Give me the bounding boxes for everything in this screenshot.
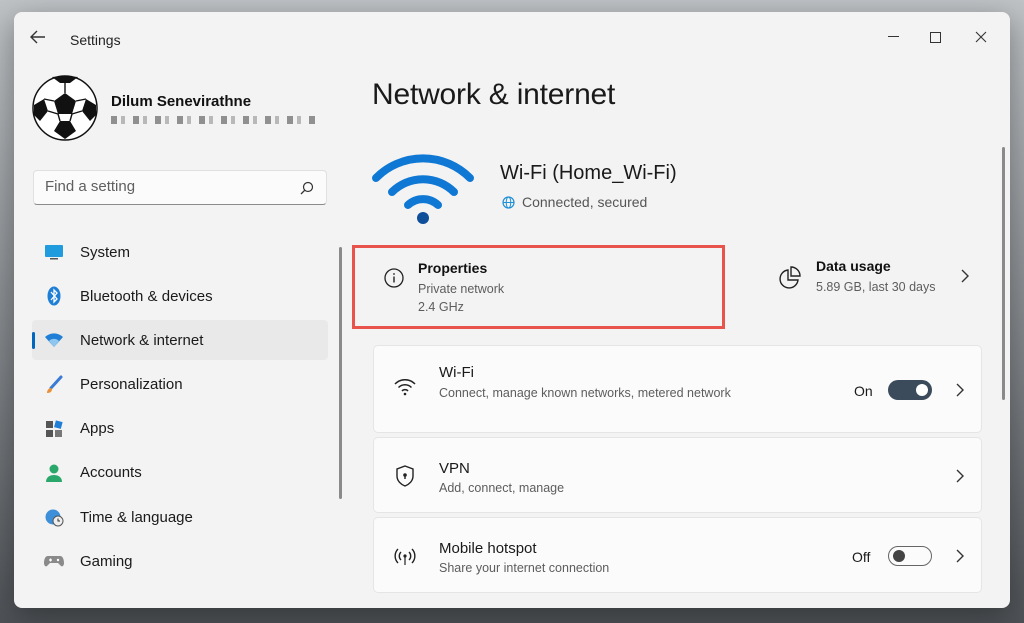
pie-chart-icon — [779, 266, 801, 289]
sidebar-item-label: Gaming — [80, 552, 133, 570]
hotspot-card-title: Mobile hotspot — [439, 540, 537, 557]
page-title: Network & internet — [372, 78, 616, 111]
search-box[interactable] — [33, 170, 327, 205]
sidebar-item-label: Personalization — [80, 376, 183, 394]
network-status: Connected, secured — [502, 194, 647, 210]
vpn-card-title: VPN — [439, 460, 470, 477]
wifi-toggle[interactable] — [888, 380, 932, 400]
vpn-settings-card[interactable]: VPN Add, connect, manage — [373, 437, 982, 513]
mobile-hotspot-card[interactable]: Mobile hotspot Share your internet conne… — [373, 517, 982, 593]
settings-window: Settings Dilum Senevirathne Find a setti… — [14, 12, 1010, 608]
vpn-card-description: Add, connect, manage — [439, 481, 565, 495]
sidebar-item-network[interactable]: Network & internet — [32, 320, 328, 361]
person-icon — [44, 463, 64, 483]
minimize-icon — [887, 36, 899, 37]
chevron-right-icon — [961, 269, 969, 283]
properties-button[interactable]: Properties Private network 2.4 GHz — [352, 245, 725, 329]
apps-icon — [44, 419, 64, 439]
main-scrollbar[interactable] — [1002, 147, 1005, 400]
sidebar-item-label: Bluetooth & devices — [80, 287, 213, 305]
chevron-right-icon — [956, 469, 964, 483]
sidebar-item-label: Apps — [80, 420, 115, 438]
sidebar-item-time-language[interactable]: Time & language — [32, 497, 328, 537]
sidebar-item-system[interactable]: System — [32, 232, 328, 272]
network-name: Wi-Fi (Home_Wi-Fi) — [500, 162, 677, 184]
sidebar-item-label: System — [80, 243, 131, 261]
sidebar-nav: System Bluetooth & devices Network & int… — [32, 232, 328, 586]
wifi-card-title: Wi-Fi — [439, 364, 474, 381]
hotspot-icon — [392, 543, 418, 569]
close-button[interactable] — [958, 22, 1004, 52]
arrow-left-icon — [30, 30, 45, 44]
profile-email-redacted — [111, 116, 317, 124]
sidebar-item-label: Accounts — [80, 464, 142, 482]
maximize-icon — [929, 31, 941, 43]
properties-band: 2.4 GHz — [418, 300, 464, 314]
title-bar: Settings — [14, 12, 1010, 52]
profile-name: Dilum Senevirathne — [111, 93, 252, 110]
wifi-card-description: Connect, manage known networks, metered … — [439, 386, 731, 400]
hotspot-toggle[interactable] — [888, 546, 932, 566]
chevron-right-icon — [956, 383, 964, 397]
hotspot-card-description: Share your internet connection — [439, 561, 610, 575]
data-usage-button[interactable]: Data usage 5.89 GB, last 30 days — [774, 252, 984, 312]
wifi-icon — [392, 374, 418, 400]
gamepad-icon — [44, 551, 64, 571]
sidebar-item-bluetooth[interactable]: Bluetooth & devices — [32, 276, 328, 316]
chevron-right-icon — [956, 549, 964, 563]
search-icon — [300, 181, 314, 195]
minimize-button[interactable] — [870, 22, 916, 52]
system-icon — [44, 242, 64, 262]
sidebar-item-label: Network & internet — [80, 331, 204, 349]
back-button[interactable] — [30, 30, 52, 48]
close-icon — [975, 31, 987, 43]
properties-network-type: Private network — [418, 282, 505, 296]
maximize-button[interactable] — [912, 22, 958, 52]
soccer-ball-icon — [32, 75, 98, 141]
network-status-text: Connected, secured — [522, 194, 648, 210]
sidebar-item-personalization[interactable]: Personalization — [32, 365, 328, 405]
info-icon — [384, 268, 404, 288]
data-usage-title: Data usage — [816, 258, 891, 274]
network-icon — [44, 330, 64, 350]
shield-icon — [392, 463, 418, 489]
bluetooth-icon — [44, 286, 64, 306]
globe-icon — [502, 195, 515, 209]
sidebar-item-apps[interactable]: Apps — [32, 409, 328, 449]
search-input[interactable] — [45, 178, 285, 195]
sidebar-item-accounts[interactable]: Accounts — [32, 453, 328, 493]
hotspot-toggle-label: Off — [852, 549, 871, 565]
sidebar-scrollbar[interactable] — [339, 247, 342, 499]
globe-clock-icon — [44, 507, 64, 527]
brush-icon — [44, 375, 64, 395]
wifi-large-icon — [370, 144, 476, 224]
avatar[interactable] — [32, 75, 98, 141]
sidebar-item-label: Time & language — [80, 508, 193, 526]
data-usage-detail: 5.89 GB, last 30 days — [816, 280, 936, 294]
wifi-settings-card[interactable]: Wi-Fi Connect, manage known networks, me… — [373, 345, 982, 433]
wifi-toggle-label: On — [854, 383, 873, 399]
sidebar-item-gaming[interactable]: Gaming — [32, 541, 328, 581]
app-title: Settings — [70, 32, 121, 48]
properties-title: Properties — [418, 260, 488, 276]
